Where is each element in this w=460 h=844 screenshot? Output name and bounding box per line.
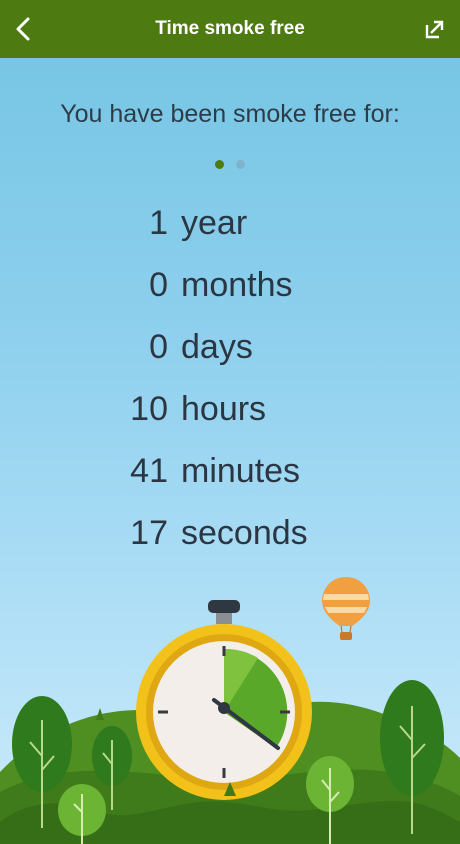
duration-unit: year [181, 204, 248, 242]
page-indicator[interactable] [0, 160, 460, 169]
duration-value: 10 [130, 390, 168, 428]
hot-air-balloon-icon [322, 577, 370, 640]
share-button[interactable] [424, 18, 446, 40]
app-header: Time smoke free [0, 0, 460, 58]
duration-value: 41 [130, 452, 168, 490]
page-dot-active[interactable] [215, 160, 224, 169]
duration-value: 0 [149, 328, 168, 366]
duration-unit: months [181, 266, 293, 304]
smoke-free-screen: Time smoke free You have been smoke free… [0, 0, 460, 844]
duration-row-minutes: 41 minutes [0, 446, 460, 508]
duration-row-months: 0 months [0, 260, 460, 322]
duration-row-hours: 10 hours [0, 384, 460, 446]
smoke-free-subtitle: You have been smoke free for: [60, 100, 400, 128]
page-dot[interactable] [236, 160, 245, 169]
back-button[interactable] [8, 14, 38, 44]
duration-unit: minutes [181, 452, 301, 490]
duration-row-days: 0 days [0, 322, 460, 384]
illustration-scene [0, 577, 460, 844]
share-icon [425, 20, 444, 39]
duration-unit: hours [181, 390, 267, 428]
duration-value: 0 [149, 266, 168, 304]
stopwatch-icon [136, 600, 312, 800]
duration-value: 17 [130, 514, 168, 552]
duration-row-years: 1 year [0, 198, 460, 260]
back-chevron-icon [16, 17, 30, 41]
page-title: Time smoke free [155, 18, 305, 39]
duration-value: 1 [149, 204, 168, 242]
duration-list: 1 year 0 months 0 days 10 hours 41 minut… [0, 198, 460, 570]
duration-unit: seconds [181, 514, 308, 552]
duration-unit: days [181, 328, 253, 366]
